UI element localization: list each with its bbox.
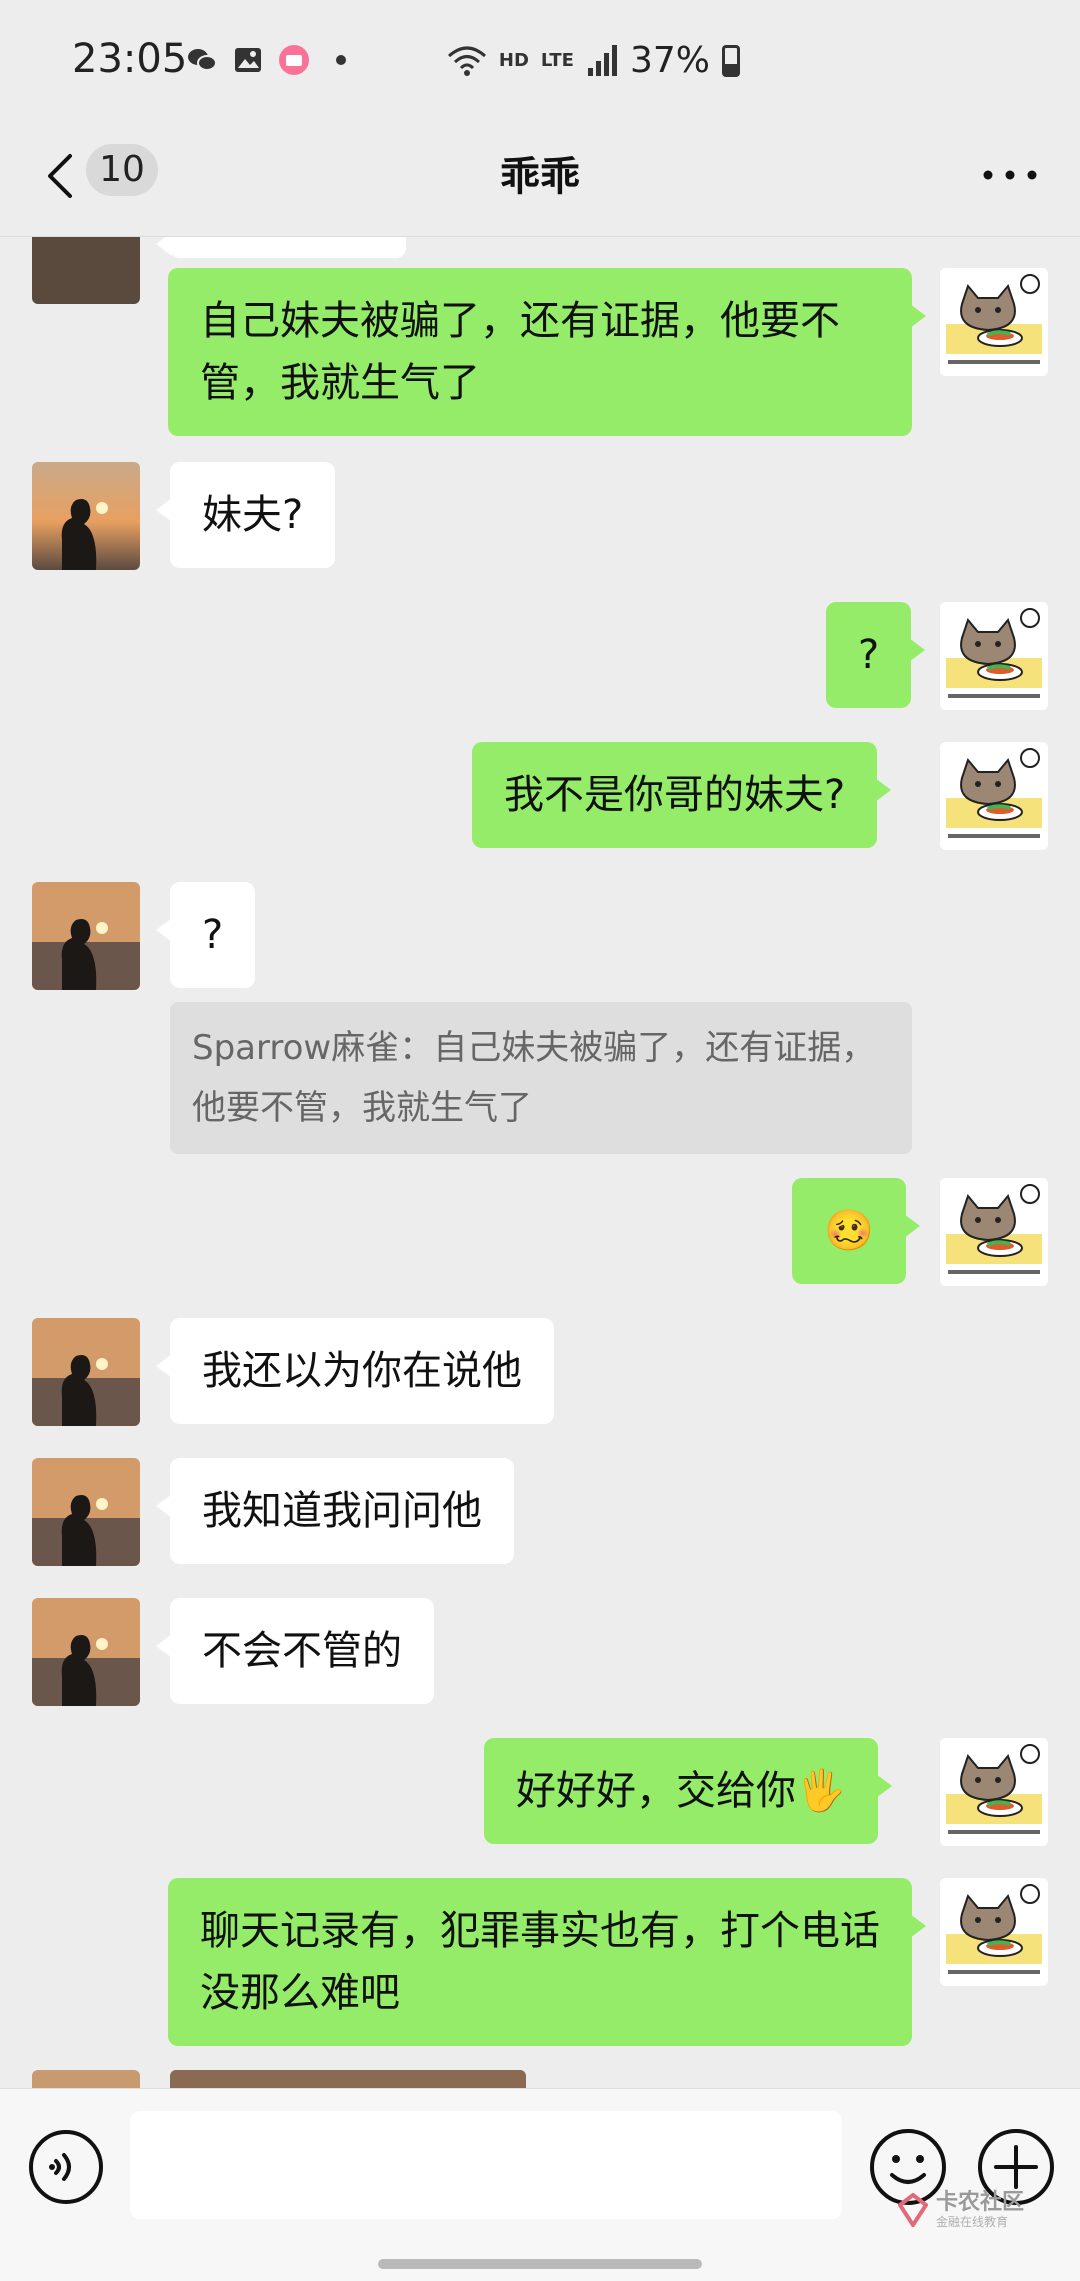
message-bubble[interactable]: 我不是你哥的妹夫? (472, 742, 892, 848)
image-message-partial[interactable] (170, 2070, 526, 2088)
more-icon[interactable] (980, 160, 1040, 190)
cat-avatar-icon (940, 742, 1048, 850)
battery-icon (722, 44, 740, 77)
avatar-self[interactable] (940, 1878, 1048, 1986)
cat-avatar-icon (940, 602, 1048, 710)
chat-header: 10 乖乖 (0, 120, 1080, 237)
avatar-self[interactable] (940, 1178, 1048, 1286)
message-list[interactable]: 自己妹夫被骗了，还有证据，他要不管，我就生气了 妹夫? ? 我不是你哥的妹夫? … (0, 236, 1080, 2088)
notification-dot (336, 55, 346, 65)
input-bar: 卡农社区 金融在线教育 (0, 2088, 1080, 2281)
status-time: 23:05 (72, 36, 188, 82)
watermark-logo-icon (898, 2193, 928, 2227)
message-bubble[interactable]: 不会不管的 (156, 1598, 434, 1704)
avatar-self[interactable] (940, 742, 1048, 850)
avatar-contact[interactable] (32, 2070, 140, 2088)
watermark-title: 卡农社区 (936, 2190, 1025, 2215)
wechat-icon (188, 49, 217, 71)
status-bar: 23:05 HD LTE 37% (0, 0, 1080, 120)
cat-avatar-icon (940, 268, 1048, 376)
message-bubble[interactable]: 自己妹夫被骗了，还有证据，他要不管，我就生气了 (168, 268, 926, 436)
hd-label: HD (498, 50, 529, 71)
voice-icon[interactable] (28, 2129, 104, 2205)
chat-title: 乖乖 (500, 154, 580, 200)
lte-label: LTE (540, 50, 574, 71)
sunset-avatar-icon (32, 1458, 140, 1566)
message-input[interactable] (130, 2111, 842, 2219)
cat-avatar-icon (940, 1738, 1048, 1846)
message-bubble[interactable]: ? (155, 882, 256, 988)
cat-avatar-icon (940, 1878, 1048, 1986)
avatar-contact[interactable] (32, 236, 140, 304)
sunset-avatar-icon (32, 882, 140, 990)
message-bubble[interactable]: 聊天记录有，犯罪事实也有，打个电话没那么难吧 (168, 1878, 926, 2046)
signal-icon (587, 44, 617, 76)
notification-icons (186, 44, 346, 76)
avatar-self[interactable] (940, 602, 1048, 710)
message-bubble-partial (156, 236, 406, 258)
avatar-self[interactable] (940, 268, 1048, 376)
sunset-avatar-icon (32, 462, 140, 570)
avatar-contact[interactable] (32, 882, 140, 990)
message-bubble[interactable]: ? (826, 602, 926, 708)
avatar-contact[interactable] (32, 1458, 140, 1566)
bilibili-icon (279, 45, 309, 75)
message-bubble[interactable]: 我还以为你在说他 (156, 1318, 554, 1424)
cat-avatar-icon (940, 1178, 1048, 1286)
sunset-avatar-icon (32, 1318, 140, 1426)
avatar-contact[interactable] (32, 1318, 140, 1426)
avatar-self[interactable] (940, 1738, 1048, 1846)
message-bubble[interactable]: 妹夫? (155, 462, 336, 568)
message-bubble[interactable]: 🥴 (792, 1178, 920, 1284)
gallery-icon (235, 48, 261, 72)
home-indicator[interactable] (378, 2259, 702, 2269)
sunset-avatar-icon (32, 1598, 140, 1706)
quoted-message[interactable]: Sparrow麻雀：自己妹夫被骗了，还有证据，他要不管，我就生气了 (170, 1002, 912, 1154)
wifi-icon (447, 46, 486, 76)
watermark: 卡农社区 金融在线教育 (898, 2191, 1024, 2229)
avatar-contact[interactable] (32, 1598, 140, 1706)
watermark-subtitle: 金融在线教育 (936, 2215, 1009, 2229)
status-right: HD LTE 37% (447, 40, 740, 81)
avatar-contact[interactable] (32, 462, 140, 570)
message-bubble[interactable]: 我知道我问问他 (156, 1458, 514, 1564)
battery-percent: 37% (629, 40, 710, 81)
message-bubble[interactable]: 好好好，交给你🖐 (484, 1738, 892, 1844)
